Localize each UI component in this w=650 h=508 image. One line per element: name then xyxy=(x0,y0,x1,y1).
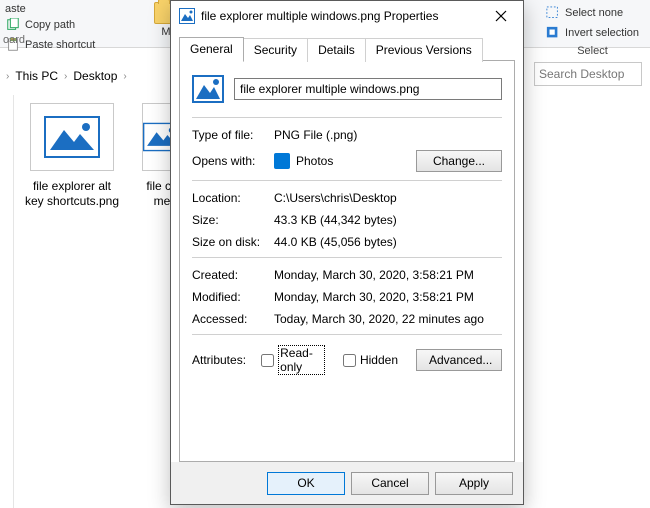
readonly-checkbox[interactable]: Read-only xyxy=(261,345,325,375)
label-opens-with: Opens with: xyxy=(192,154,274,168)
label-modified: Modified: xyxy=(192,290,274,304)
value-type: PNG File (.png) xyxy=(274,128,502,142)
chevron-right-icon: › xyxy=(6,71,9,82)
select-none-button[interactable]: Select none xyxy=(543,5,642,21)
close-icon xyxy=(495,10,507,22)
tab-details[interactable]: Details xyxy=(307,38,366,62)
search-box[interactable]: Search Desktop xyxy=(534,62,642,86)
readonly-input[interactable] xyxy=(261,354,274,367)
separator xyxy=(192,117,502,118)
label-size: Size: xyxy=(192,213,274,227)
tab-security[interactable]: Security xyxy=(243,38,308,62)
ribbon-group-clipboard: oard xyxy=(3,34,25,46)
tab-page-general: Type of file: PNG File (.png) Opens with… xyxy=(179,60,515,462)
filename-input[interactable] xyxy=(234,78,502,100)
value-size: 43.3 KB (44,342 bytes) xyxy=(274,213,502,227)
value-modified: Monday, March 30, 2020, 3:58:21 PM xyxy=(274,290,502,304)
cancel-button[interactable]: Cancel xyxy=(351,472,429,495)
tab-previous-versions[interactable]: Previous Versions xyxy=(365,38,483,62)
ok-button[interactable]: OK xyxy=(267,472,345,495)
chevron-right-icon: › xyxy=(64,71,67,82)
label-type: Type of file: xyxy=(192,128,274,142)
properties-dialog: file explorer multiple windows.png Prope… xyxy=(170,0,524,505)
copy-path-icon xyxy=(6,18,20,32)
label-created: Created: xyxy=(192,268,274,282)
paste-shortcut-label: Paste shortcut xyxy=(25,39,95,51)
breadcrumb-desktop[interactable]: Desktop xyxy=(73,69,117,83)
value-size-on-disk: 44.0 KB (45,056 bytes) xyxy=(274,235,502,249)
ribbon-group-select: Select xyxy=(543,45,642,57)
value-opens-with: Photos xyxy=(296,154,333,168)
nav-pane[interactable] xyxy=(0,95,14,508)
title-bar[interactable]: file explorer multiple windows.png Prope… xyxy=(171,1,523,31)
invert-selection-icon xyxy=(546,26,560,40)
search-placeholder: Search Desktop xyxy=(539,67,624,81)
invert-selection-label: Invert selection xyxy=(565,27,639,39)
breadcrumb-pc[interactable]: This PC xyxy=(15,69,58,83)
invert-selection-button[interactable]: Invert selection xyxy=(543,25,642,41)
label-location: Location: xyxy=(192,191,274,205)
tab-general[interactable]: General xyxy=(179,37,244,61)
separator xyxy=(192,180,502,181)
dialog-button-row: OK Cancel Apply xyxy=(171,462,523,504)
value-created: Monday, March 30, 2020, 3:58:21 PM xyxy=(274,268,502,282)
separator xyxy=(192,334,502,335)
copy-path-button[interactable]: Copy path xyxy=(3,17,98,33)
value-location: C:\Users\chris\Desktop xyxy=(274,191,502,205)
chevron-right-icon: › xyxy=(123,71,126,82)
ribbon-paste-fragment: aste xyxy=(5,3,98,15)
label-size-on-disk: Size on disk: xyxy=(192,235,274,249)
hidden-checkbox[interactable]: Hidden xyxy=(343,353,398,367)
dialog-title: file explorer multiple windows.png Prope… xyxy=(201,9,481,23)
image-icon xyxy=(44,116,100,158)
copy-path-label: Copy path xyxy=(25,19,75,31)
close-button[interactable] xyxy=(481,2,521,30)
change-button[interactable]: Change... xyxy=(416,150,502,172)
tab-strip: General Security Details Previous Versio… xyxy=(179,37,515,61)
hidden-label: Hidden xyxy=(360,353,398,367)
file-type-icon xyxy=(192,73,224,105)
advanced-button[interactable]: Advanced... xyxy=(416,349,502,371)
value-accessed: Today, March 30, 2020, 22 minutes ago xyxy=(274,312,502,326)
label-accessed: Accessed: xyxy=(192,312,274,326)
titlebar-file-icon xyxy=(179,8,195,24)
file-item[interactable]: file explorer alt key shortcuts.png xyxy=(24,103,120,209)
hidden-input[interactable] xyxy=(343,354,356,367)
label-attributes: Attributes: xyxy=(192,353,261,367)
select-none-label: Select none xyxy=(565,7,623,19)
separator xyxy=(192,257,502,258)
photos-app-icon xyxy=(274,153,290,169)
select-none-icon xyxy=(546,6,560,20)
file-thumbnail xyxy=(30,103,114,171)
file-name: file explorer alt key shortcuts.png xyxy=(24,179,120,209)
readonly-label: Read-only xyxy=(278,345,325,375)
apply-button[interactable]: Apply xyxy=(435,472,513,495)
